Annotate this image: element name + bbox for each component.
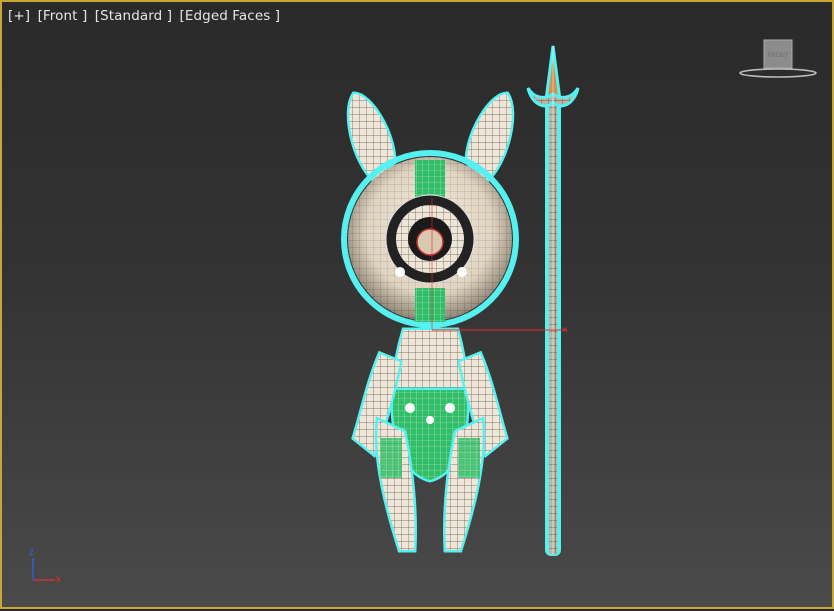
axis-tripod-icon: x z — [29, 547, 61, 585]
svg-text:×: × — [562, 325, 568, 336]
scene-canvas[interactable]: × x z — [2, 2, 834, 611]
viewcube-icon[interactable]: FRONT — [738, 36, 818, 84]
front-viewport[interactable]: [+] [Front ] [Standard ] [Edged Faces ] — [0, 0, 834, 609]
viewcube-face-label: FRONT — [768, 53, 789, 59]
axis-x-label: x — [56, 574, 61, 585]
shield-head — [341, 150, 519, 328]
axis-z-label: z — [29, 547, 34, 558]
spear-object[interactable] — [526, 45, 580, 556]
character-object[interactable] — [341, 91, 519, 553]
